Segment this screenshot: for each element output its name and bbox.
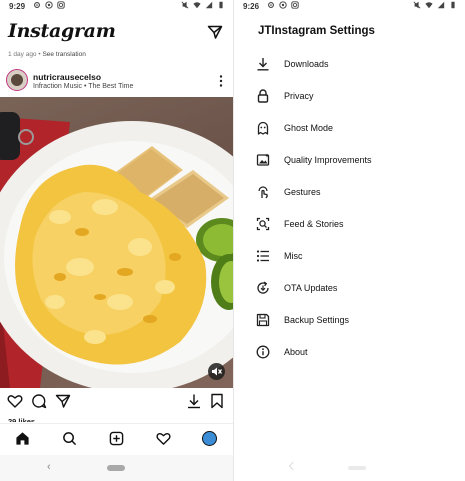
system-nav-bar <box>234 455 465 481</box>
save-icon <box>256 313 270 327</box>
post-header: nutricrausecelso Infraction Music • The … <box>0 66 233 96</box>
feed-search-icon <box>256 217 270 231</box>
post-photo[interactable] <box>0 97 233 388</box>
settings-item-label: Privacy <box>284 91 314 101</box>
avatar[interactable] <box>6 69 28 91</box>
post-music[interactable]: Infraction Music • The Best Time <box>33 83 133 90</box>
mute-audio-icon[interactable] <box>208 363 225 380</box>
settings-item-label: About <box>284 347 308 357</box>
battery-icon <box>451 1 455 9</box>
jtinstagram-settings-screen: 9:26 JTInstagram Settings Downloads Priv… <box>233 0 465 481</box>
notification-status-icon <box>279 1 287 9</box>
settings-item-label: Backup Settings <box>284 315 350 325</box>
nav-home-pill[interactable] <box>107 465 125 471</box>
share-icon[interactable] <box>55 393 71 409</box>
direct-message-icon[interactable] <box>207 24 223 40</box>
settings-item-privacy[interactable]: Privacy <box>234 80 465 112</box>
status-bar: 9:29 <box>0 0 233 14</box>
info-icon <box>256 345 270 359</box>
bottom-tab-bar <box>0 423 233 453</box>
app-status-icon <box>291 1 299 9</box>
mute-status-icon <box>181 1 189 9</box>
status-time: 9:26 <box>243 2 260 11</box>
settings-item-ota-updates[interactable]: OTA Updates <box>234 272 465 304</box>
wifi-icon <box>193 2 201 9</box>
settings-item-misc[interactable]: Misc <box>234 240 465 272</box>
instagram-logo: Instagram <box>8 20 116 42</box>
see-translation-link[interactable]: See translation <box>42 51 85 58</box>
likes-count[interactable]: 29 likes <box>8 416 35 422</box>
settings-item-ghost-mode[interactable]: Ghost Mode <box>234 112 465 144</box>
settings-item-label: Ghost Mode <box>284 123 334 133</box>
post-meta-row: 1 day ago • See translation <box>8 51 86 58</box>
nav-back-button[interactable] <box>288 461 298 471</box>
activity-icon[interactable] <box>156 431 171 446</box>
settings-item-backup-settings[interactable]: Backup Settings <box>234 304 465 336</box>
app-status-icon <box>57 1 65 9</box>
battery-icon <box>219 1 223 9</box>
search-icon[interactable] <box>62 431 77 446</box>
gesture-icon <box>258 186 268 199</box>
ghost-icon <box>257 121 269 135</box>
notification-status-icon <box>45 1 53 9</box>
settings-list: Downloads Privacy Ghost Mode Quality Imp… <box>234 48 465 368</box>
settings-item-label: OTA Updates <box>284 283 338 293</box>
settings-item-label: Feed & Stories <box>284 219 344 229</box>
post-time: 1 day ago <box>8 51 37 58</box>
update-icon <box>257 281 269 294</box>
settings-item-downloads[interactable]: Downloads <box>234 48 465 80</box>
instagram-feed-screen: 9:29 Instagram 1 day ago • See translati… <box>0 0 233 481</box>
signal-icon <box>205 1 213 9</box>
download-post-icon[interactable] <box>186 393 202 409</box>
bookmark-icon[interactable] <box>209 393 225 409</box>
settings-item-label: Gestures <box>284 187 321 197</box>
settings-item-label: Downloads <box>284 59 329 69</box>
page-title: JTInstagram Settings <box>258 25 375 37</box>
wifi-icon <box>425 2 433 9</box>
status-bar: 9:26 <box>234 0 465 14</box>
instagram-header: Instagram <box>0 16 233 46</box>
lock-icon <box>257 89 269 103</box>
scrambled-eggs-photo <box>0 112 233 388</box>
settings-status-icon <box>268 2 274 8</box>
status-time: 9:29 <box>9 2 26 11</box>
like-icon[interactable] <box>7 393 23 409</box>
home-icon[interactable] <box>15 431 30 446</box>
post-actions <box>0 393 233 413</box>
post-username[interactable]: nutricrausecelso <box>33 72 101 82</box>
settings-item-gestures[interactable]: Gestures <box>234 176 465 208</box>
settings-item-quality-improvements[interactable]: Quality Improvements <box>234 144 465 176</box>
nav-home-pill[interactable] <box>348 466 366 470</box>
system-nav-bar: ‹ <box>0 455 233 481</box>
profile-avatar[interactable] <box>202 431 217 446</box>
settings-status-icon <box>34 2 40 8</box>
image-quality-icon <box>256 153 270 166</box>
settings-item-about[interactable]: About <box>234 336 465 368</box>
signal-icon <box>437 1 445 9</box>
download-icon <box>257 58 269 71</box>
comment-icon[interactable] <box>31 393 47 409</box>
mute-status-icon <box>413 1 421 9</box>
new-post-icon[interactable] <box>109 431 124 446</box>
nav-back-button[interactable]: ‹ <box>47 461 51 473</box>
settings-item-label: Misc <box>284 251 303 261</box>
settings-item-feed-stories[interactable]: Feed & Stories <box>234 208 465 240</box>
settings-item-label: Quality Improvements <box>284 155 372 165</box>
more-options-icon[interactable] <box>218 74 224 88</box>
list-icon <box>256 250 269 262</box>
